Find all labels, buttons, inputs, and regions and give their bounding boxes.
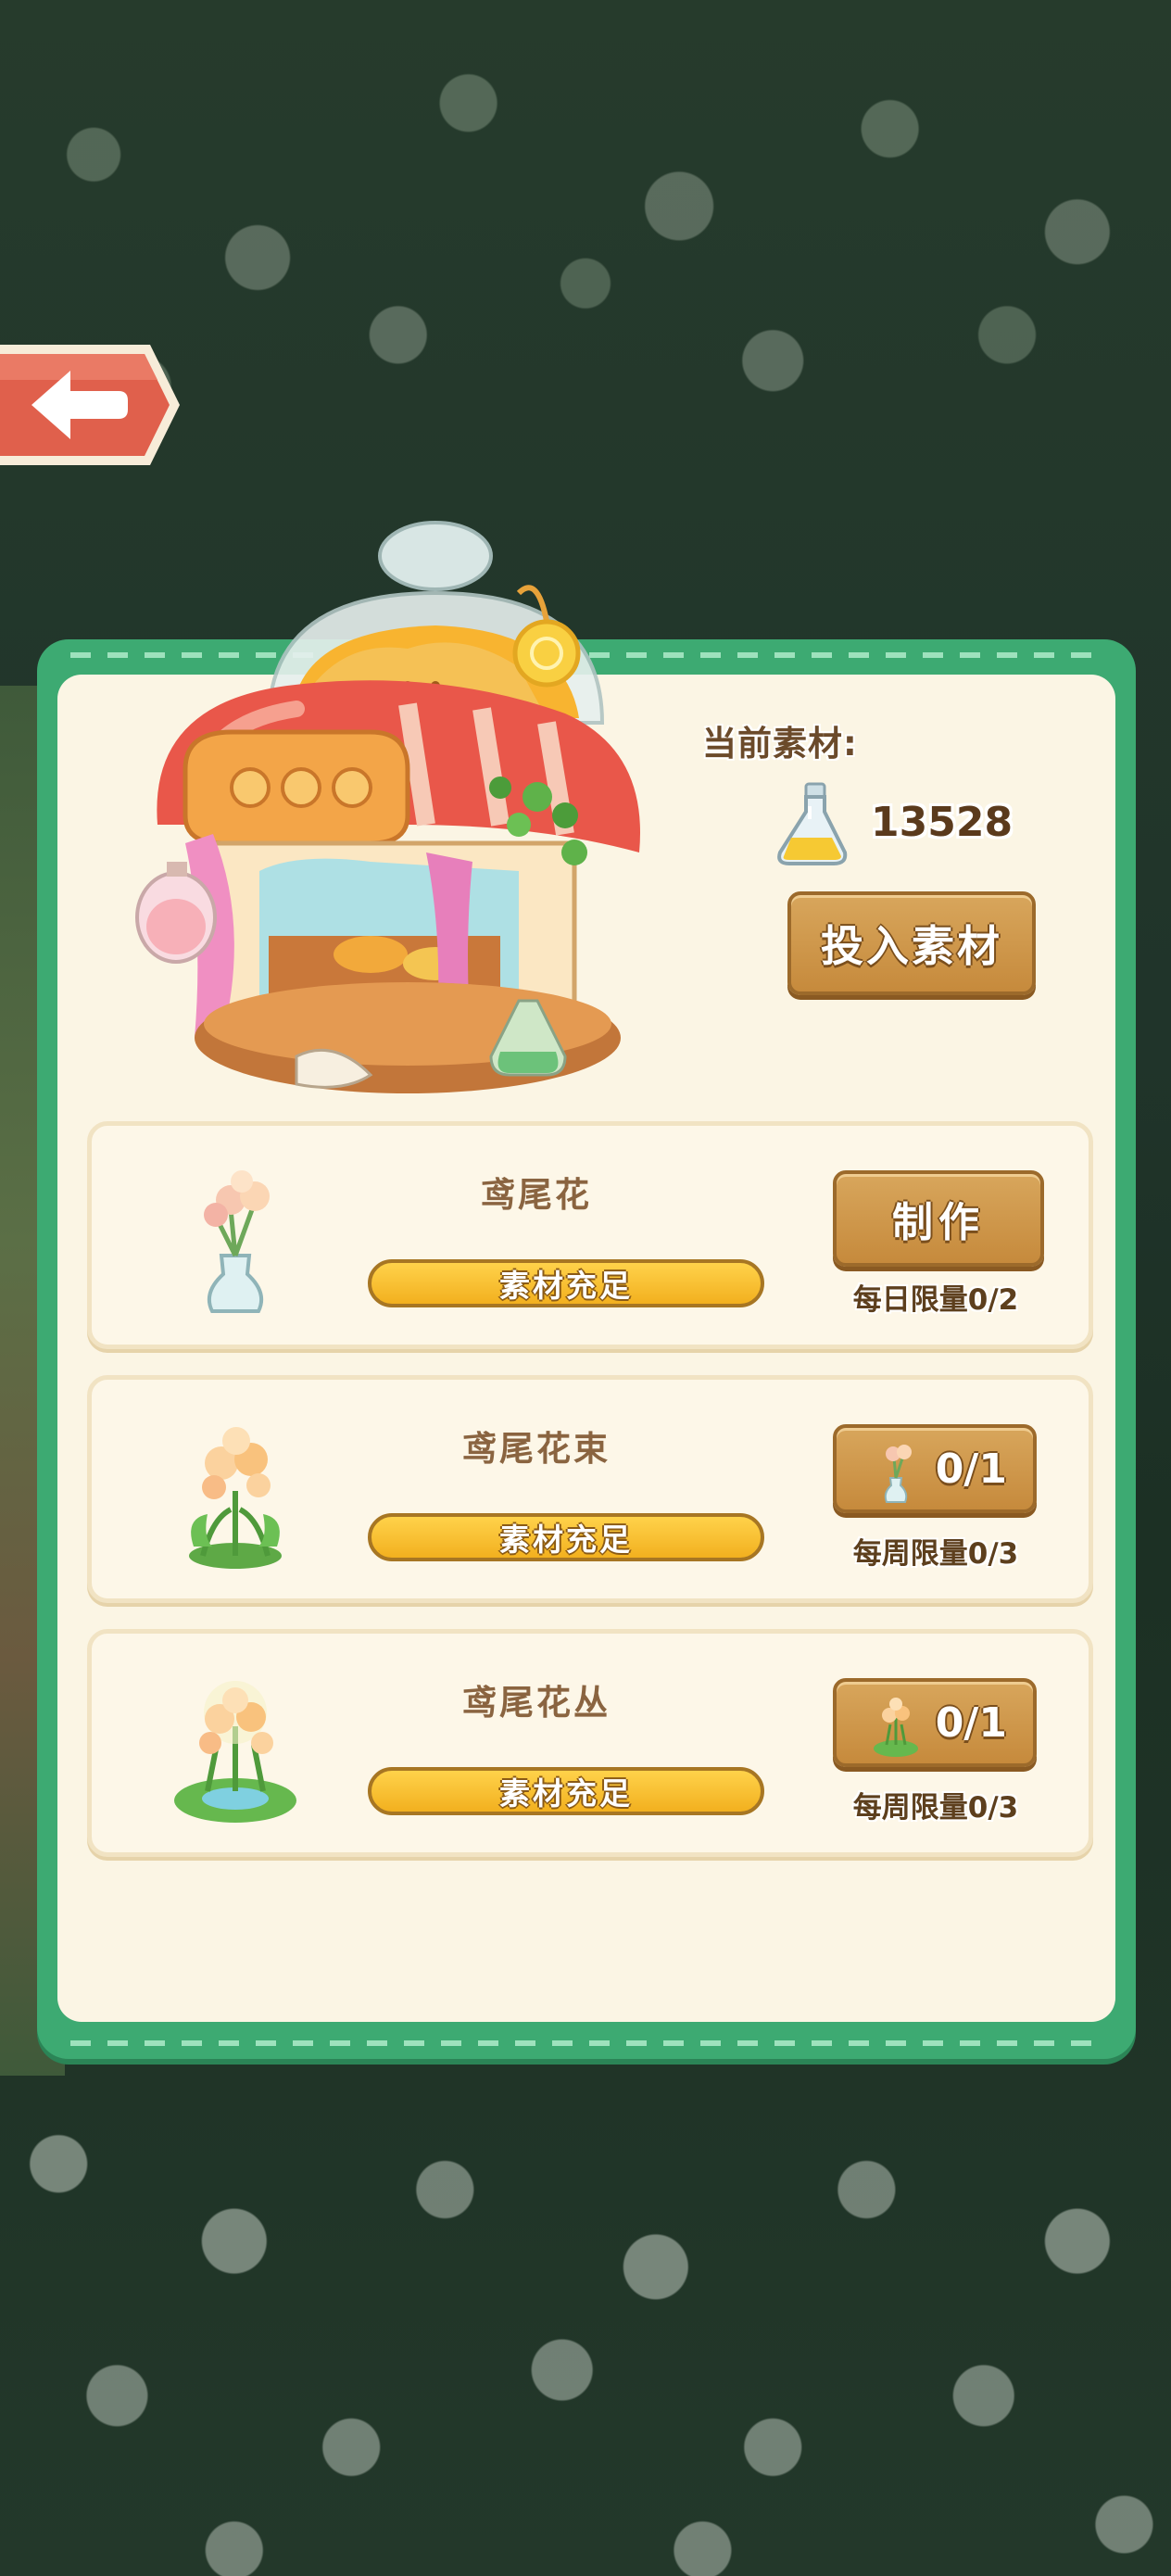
mushroom-workshop-illustration — [135, 521, 640, 1093]
iris-bouquet-icon — [189, 1427, 282, 1569]
recipe-limit: 每周限量0/3 — [852, 1791, 1019, 1825]
material-count: 13528 — [871, 799, 1014, 846]
recipe-card-iris: 鸢尾花 素材充足 制作 每日限量0/2 — [87, 1121, 1093, 1349]
craft-button[interactable]: 0/1 — [833, 1424, 1037, 1513]
recipe-limit: 每日限量0/2 — [852, 1283, 1019, 1317]
flask-icon — [777, 782, 848, 865]
iris-bush-icon — [174, 1681, 296, 1823]
recipe-card-iris-bouquet: 鸢尾花束 素材充足 0/1 每周限量0/3 — [87, 1375, 1093, 1603]
recipe-limit: 每周限量0/3 — [852, 1537, 1019, 1571]
recipe-status-bar: 素材充足 — [368, 1767, 764, 1815]
recipe-name: 鸢尾花束 — [462, 1429, 611, 1469]
recipe-status-bar: 素材充足 — [368, 1513, 764, 1561]
craft-count-label: 0/1 — [935, 1698, 1007, 1747]
back-button[interactable] — [0, 339, 182, 471]
recipe-name: 鸢尾花丛 — [462, 1683, 611, 1723]
iris-vase-icon — [884, 1445, 912, 1503]
invest-material-button[interactable]: 投入素材 — [787, 891, 1036, 995]
recipe-card-iris-bush: 鸢尾花丛 素材充足 0/1 每周限量0/3 — [87, 1629, 1093, 1857]
iris-bush-icon — [874, 1698, 918, 1757]
material-label: 当前素材: — [702, 724, 858, 764]
panel-dash-bottom — [70, 2040, 1102, 2046]
craft-button[interactable]: 0/1 — [833, 1678, 1037, 1767]
craft-count-label: 0/1 — [935, 1445, 1007, 1493]
arrow-left-icon — [0, 345, 180, 465]
recipe-status-bar: 素材充足 — [368, 1259, 764, 1307]
iris-vase-icon — [204, 1170, 270, 1313]
craft-button[interactable]: 制作 — [833, 1170, 1044, 1267]
recipe-name: 鸢尾花 — [481, 1175, 592, 1215]
